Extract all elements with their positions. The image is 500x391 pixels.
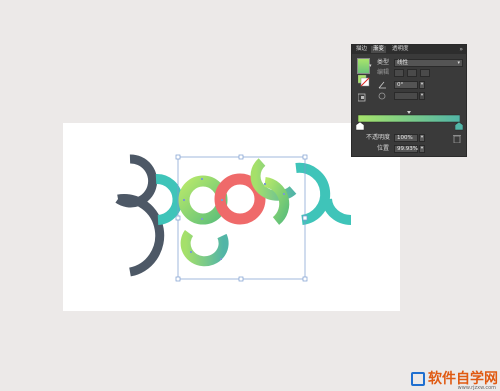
green-arc-right[interactable] <box>264 177 290 225</box>
edit-gradient-button[interactable] <box>394 69 404 77</box>
gradient-slider[interactable] <box>358 111 460 127</box>
edit-stroke-button[interactable] <box>407 69 417 77</box>
watermark-logo <box>411 372 425 386</box>
gradient-panel: 描边 渐变 透明度 » ▾ 类型 线性 ▾ 编辑 0° ▾ ▾ 不透明度 100… <box>351 44 467 157</box>
reverse-gradient-icon[interactable] <box>358 75 370 87</box>
panel-menu-icon[interactable]: » <box>459 46 463 53</box>
location-dropdown-button[interactable]: ▾ <box>419 145 425 153</box>
delete-stop-icon[interactable] <box>453 134 461 143</box>
teal-arc-right[interactable] <box>295 162 331 225</box>
gradient-stop-left[interactable] <box>356 122 364 131</box>
edit-opacity-button[interactable] <box>420 69 430 77</box>
type-dropdown[interactable]: 线性 ▾ <box>394 59 463 67</box>
gradient-stop-right[interactable] <box>455 122 463 131</box>
gradient-mode-icon[interactable] <box>358 93 368 103</box>
chevron-down-icon: ▾ <box>457 60 460 66</box>
type-value: 线性 <box>397 60 409 66</box>
angle-dropdown-button[interactable]: ▾ <box>419 81 425 89</box>
location-input[interactable]: 99.93% <box>394 145 418 153</box>
location-label: 位置 <box>377 145 390 152</box>
swatch-dropdown-icon[interactable]: ▾ <box>369 62 372 70</box>
teal-arc-left[interactable] <box>155 174 183 225</box>
tab-transparency[interactable]: 透明度 <box>390 46 411 53</box>
location-value: 99.93% <box>397 146 418 152</box>
opacity-dropdown-button[interactable]: ▾ <box>419 134 425 142</box>
aspect-ratio-input[interactable] <box>394 92 418 100</box>
angle-icon <box>378 81 386 89</box>
aspect-ratio-icon <box>378 92 386 100</box>
midpoint-diamond-icon[interactable] <box>407 111 411 114</box>
watermark-url: www.rjzxw.com <box>457 385 496 391</box>
angle-input[interactable]: 0° <box>394 81 418 89</box>
slate-arc-bottom[interactable] <box>117 193 165 277</box>
type-label: 类型 <box>377 59 390 66</box>
opacity-input[interactable]: 100% <box>394 134 418 142</box>
edit-label: 编辑 <box>377 69 390 76</box>
green-hook-bottom[interactable] <box>180 230 229 267</box>
opacity-value: 100% <box>397 135 413 141</box>
angle-value: 0° <box>397 82 404 88</box>
tab-gradient[interactable]: 渐变 <box>371 46 387 53</box>
teal-arc-tail[interactable] <box>322 198 352 226</box>
opacity-label: 不透明度 <box>366 134 391 141</box>
panel-tab-bar: 描边 渐变 透明度 » <box>352 45 466 54</box>
tab-stroke[interactable]: 描边 <box>354 46 369 53</box>
aspect-ratio-dropdown-button[interactable]: ▾ <box>419 92 425 100</box>
